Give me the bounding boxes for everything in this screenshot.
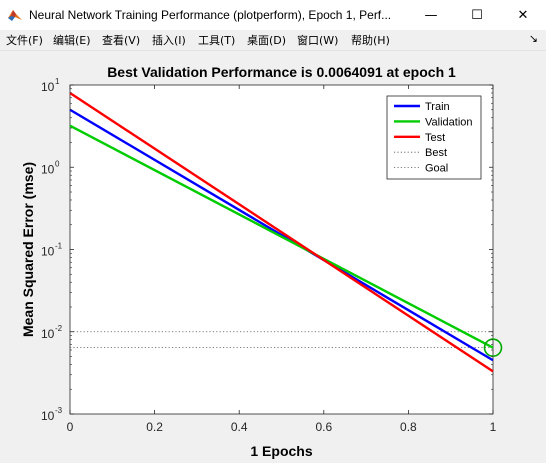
legend-label-best: Best (425, 147, 447, 159)
menu-edit[interactable]: 编辑(E) (53, 32, 91, 48)
y-tick-label: 10 (41, 409, 55, 423)
plot-title: Best Validation Performance is 0.0064091… (107, 64, 456, 80)
matlab-icon (8, 10, 22, 21)
y-tick-label: 10 (41, 162, 55, 176)
menu-view[interactable]: 查看(V) (102, 32, 140, 48)
y-tick-label: 10 (41, 327, 55, 341)
title-bar: Neural Network Training Performance (plo… (0, 0, 546, 30)
menu-window[interactable]: 窗口(W) (297, 32, 338, 48)
menu-bar: 文件(F) 编辑(E) 查看(V) 插入(I) 工具(T) 桌面(D) 窗口(W… (0, 30, 546, 51)
menu-overflow-icon[interactable]: ↘ (529, 32, 538, 45)
y-tick-label: 10 (41, 245, 55, 259)
x-tick-label: 0.6 (315, 420, 332, 434)
y-tick-exponent: -1 (55, 242, 63, 251)
menu-tools[interactable]: 工具(T) (198, 32, 235, 48)
y-tick-exponent: -3 (55, 406, 63, 415)
x-tick-label: 0.8 (400, 420, 417, 434)
maximize-button[interactable]: ☐ (454, 0, 500, 30)
x-tick-label: 0.2 (146, 420, 163, 434)
y-tick-exponent: 0 (55, 159, 60, 168)
x-tick-label: 0 (67, 420, 74, 434)
x-tick-label: 0.4 (231, 420, 248, 434)
close-icon: ✕ (517, 7, 529, 23)
close-button[interactable]: ✕ (500, 0, 546, 30)
y-tick-exponent: 1 (55, 77, 60, 86)
legend: Train Validation Test Best Goal (386, 95, 482, 180)
legend-label-test: Test (425, 132, 445, 144)
menu-desktop[interactable]: 桌面(D) (247, 32, 286, 48)
menu-file[interactable]: 文件(F) (6, 32, 43, 48)
figure-canvas: 0 0.2 0.4 0.6 0.8 110 110 010 -110 -210 -3 Best Va… (0, 51, 546, 463)
menu-insert[interactable]: 插入(I) (152, 32, 186, 48)
minimize-icon: — (424, 7, 438, 23)
y-tick-exponent: -2 (55, 324, 63, 333)
maximize-icon: ☐ (471, 7, 483, 23)
window-title: Neural Network Training Performance (plo… (29, 8, 392, 22)
menu-help[interactable]: 帮助(H) (351, 32, 390, 48)
legend-label-goal: Goal (425, 163, 448, 175)
x-axis-label: 1 Epochs (250, 443, 312, 459)
y-axis-label: Mean Squared Error (mse) (20, 162, 36, 337)
legend-label-validation: Validation (425, 116, 473, 128)
x-tick-label: 1 (490, 420, 497, 434)
legend-label-train: Train (425, 101, 450, 113)
y-tick-label: 10 (41, 80, 55, 94)
minimize-button[interactable]: — (408, 0, 454, 30)
